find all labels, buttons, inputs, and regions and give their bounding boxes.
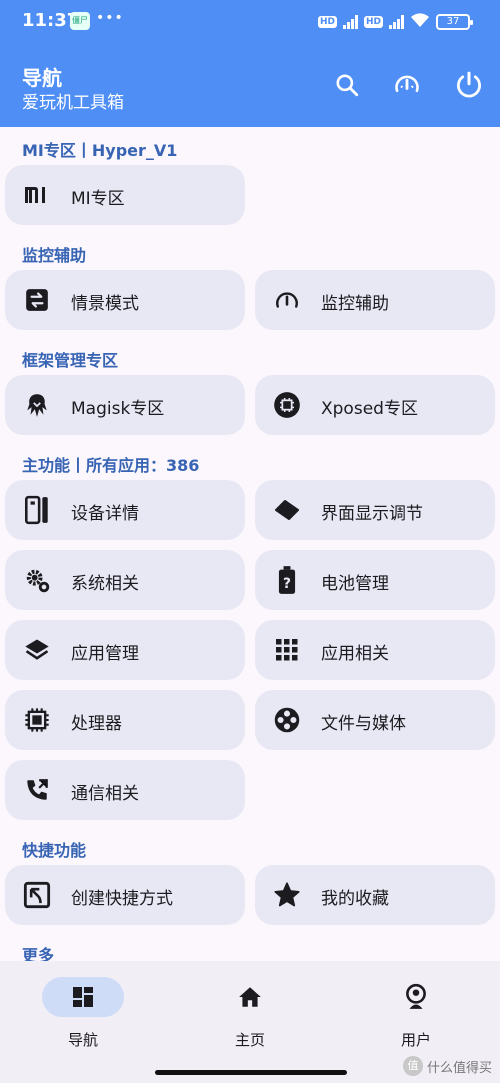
section-monitor: 监控辅助 [22,246,87,265]
search-icon [336,74,359,97]
hd-icon: HD [317,15,337,28]
card-app-manage[interactable]: 应用管理 [5,620,245,680]
nav-label: 用户 [400,1031,431,1049]
card-label: 设备详情 [71,504,139,524]
card-processor[interactable]: 处理器 [5,690,245,750]
nav-tab-user[interactable]: 用户 [375,977,495,1057]
status-bar: 11:37 僵尸 ••• HD HD 37 [0,0,500,42]
section-quick: 快捷功能 [22,841,87,860]
card-label: 处理器 [71,714,122,734]
shortcut-icon [23,881,51,909]
card-label: 系统相关 [71,574,139,594]
more-notifications-icon: ••• [96,10,124,26]
power-button[interactable] [452,68,486,102]
wifi-icon [410,12,430,31]
signal-icon-2 [389,14,404,29]
settings-gear-icon [23,566,51,594]
home-icon [239,987,261,1007]
display-tilt-icon [273,496,301,524]
card-label: MI专区 [71,189,125,209]
card-files-media[interactable]: 文件与媒体 [255,690,495,750]
card-xposed[interactable]: Xposed专区 [255,375,495,435]
card-mi-zone[interactable]: MI专区 [5,165,245,225]
processor-icon [23,706,51,734]
card-label: 通信相关 [71,784,139,804]
nav-label: 主页 [234,1031,265,1049]
card-system[interactable]: 系统相关 [5,550,245,610]
watermark-text: 什么值得买 [426,1060,492,1076]
card-label: 监控辅助 [321,294,389,314]
card-telecom[interactable]: 通信相关 [5,760,245,820]
star-icon [273,881,301,909]
card-label: 我的收藏 [321,889,389,909]
film-reel-icon [273,706,301,734]
card-label: 界面显示调节 [321,504,423,524]
battery-question-icon: ? [273,566,301,594]
apps-grid-icon [273,636,301,664]
watermark: 值 什么值得买 [402,1056,492,1076]
card-label: 应用相关 [321,644,389,664]
mi-logo-icon [23,181,51,209]
card-magisk[interactable]: Magisk专区 [5,375,245,435]
section-framework: 框架管理专区 [22,351,119,370]
card-label: 情景模式 [71,294,139,314]
card-monitor-assist[interactable]: 监控辅助 [255,270,495,330]
speedometer-icon [395,75,419,93]
watermark-logo-icon: 值 [402,1056,423,1076]
user-icon [406,983,426,1009]
navigation-content[interactable]: MI专区丨Hyper_V1 MI专区 监控辅助 情景模式 监控辅助 框架管理专区… [0,127,500,961]
battery-indicator: 37 [436,13,473,30]
section-main: 主功能丨所有应用：386 [22,456,200,475]
section-more: 更多 [22,946,55,961]
svg-text:?: ? [283,576,291,592]
home-gesture-bar[interactable] [155,1070,347,1075]
notification-icon: 僵尸 [70,12,90,30]
search-button[interactable] [330,68,364,102]
app-header: 11:37 僵尸 ••• HD HD 37 导航 爱玩机工具箱 [0,0,500,127]
magisk-icon [23,391,51,419]
nav-tab-home[interactable]: 主页 [209,977,329,1057]
card-device-info[interactable]: 设备详情 [5,480,245,540]
nav-active-indicator [42,977,124,1017]
page-title: 导航 [22,66,62,90]
card-battery[interactable]: ? 电池管理 [255,550,495,610]
page-subtitle: 爱玩机工具箱 [22,93,124,113]
card-shortcut[interactable]: 创建快捷方式 [5,865,245,925]
card-label: 电池管理 [321,574,389,594]
system-icons: HD HD 37 [317,12,473,31]
dashboard-icon [73,987,93,1007]
card-label: Magisk专区 [71,399,165,419]
nav-label: 导航 [67,1031,98,1049]
chip-circle-icon [273,391,301,419]
card-label: Xposed专区 [321,399,418,419]
card-display-adjust[interactable]: 界面显示调节 [255,480,495,540]
swap-icon [23,286,51,314]
speed-monitor-button[interactable] [390,68,424,102]
gauge-icon [273,286,301,314]
card-label: 创建快捷方式 [71,889,173,909]
card-favorites[interactable]: 我的收藏 [255,865,495,925]
card-app-related[interactable]: 应用相关 [255,620,495,680]
card-scene-mode[interactable]: 情景模式 [5,270,245,330]
signal-icon [342,14,358,29]
power-icon [457,71,481,98]
card-label: 文件与媒体 [321,714,406,734]
hd-icon-2: HD [363,15,383,28]
layers-icon [23,636,51,664]
device-icon [23,495,51,525]
phone-forward-icon [23,776,51,804]
nav-tab-navigation[interactable]: 导航 [42,977,162,1057]
card-label: 应用管理 [71,644,139,664]
section-mi: MI专区丨Hyper_V1 [22,141,178,160]
